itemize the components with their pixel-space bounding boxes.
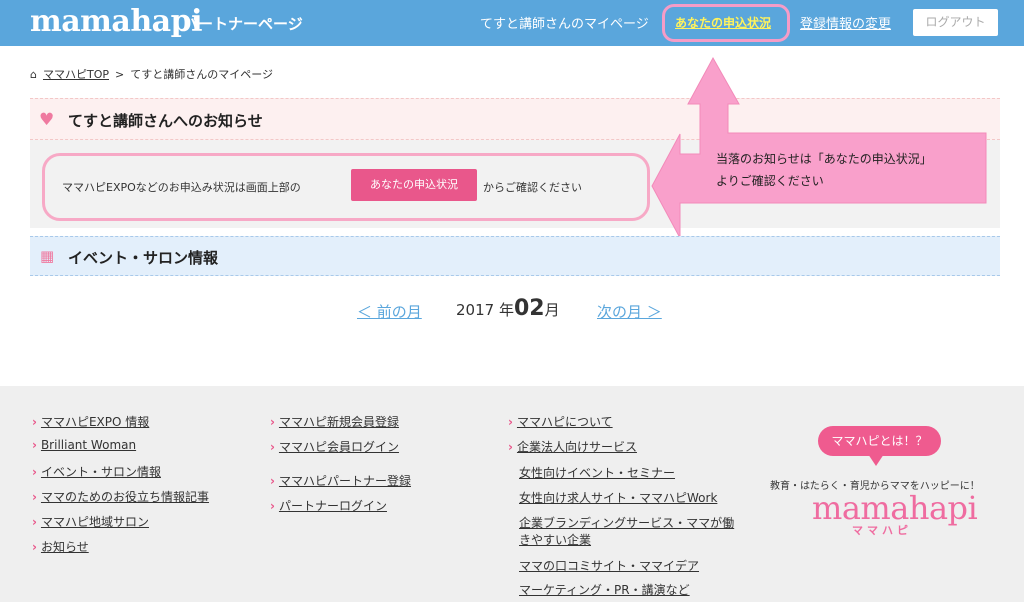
- footer-sublink[interactable]: マーケティング・PR・講演など: [519, 581, 690, 598]
- event-header: ▦ イベント・サロン情報: [30, 236, 1000, 276]
- logout-button[interactable]: ログアウト: [913, 9, 998, 36]
- home-icon: ⌂: [30, 67, 37, 81]
- chevron-right-icon: ›: [32, 465, 37, 479]
- notice-header: ♥ てすと講師さんへのお知らせ: [30, 98, 1000, 140]
- notice-title: てすと講師さんへのお知らせ: [68, 112, 263, 130]
- year-label: 2017 年: [456, 301, 514, 319]
- footer-sublink[interactable]: きやすい企業: [519, 531, 591, 548]
- apply-status-highlight: あなたの申込状況: [662, 4, 790, 42]
- footer-link[interactable]: › ママハピパートナー登録: [270, 472, 411, 489]
- footer-sublink[interactable]: 女性向け求人サイト・ママハピWork: [519, 489, 717, 506]
- chevron-right-icon: ›: [508, 440, 513, 454]
- footer-link[interactable]: › ママハピ地域サロン: [32, 513, 149, 530]
- chevron-right-icon: ›: [508, 415, 513, 429]
- chevron-right-icon: ›: [32, 415, 37, 429]
- footer-logo-kana: ママハピ: [852, 524, 912, 537]
- chevron-right-icon: ›: [32, 515, 37, 529]
- about-mamahapi-bubble[interactable]: ママハピとは！？: [818, 426, 941, 456]
- bubble-tail: [868, 454, 884, 466]
- next-month-link[interactable]: 次の月 ＞: [597, 301, 662, 322]
- chevron-right-icon: ›: [270, 499, 275, 513]
- calendar-icon: ▦: [40, 247, 55, 265]
- breadcrumb-top-link[interactable]: ママハピTOP: [43, 66, 109, 82]
- footer-link[interactable]: › イベント・サロン情報: [32, 463, 161, 480]
- notice-text-before: ママハピEXPOなどのお申込み状況は画面上部の: [62, 181, 301, 194]
- chevron-right-icon: ›: [32, 540, 37, 554]
- footer-link[interactable]: › 企業法人向けサービス: [508, 438, 637, 455]
- callout-line1: 当落のお知らせは「あなたの申込状況」: [716, 152, 932, 166]
- footer-link[interactable]: › ママハピについて: [508, 413, 613, 430]
- month-unit: 月: [544, 301, 560, 319]
- footer-sublink[interactable]: ママの口コミサイト・ママイデア: [519, 557, 699, 574]
- footer-sublink[interactable]: 女性向けイベント・セミナー: [519, 464, 675, 481]
- chevron-right-icon: ›: [270, 474, 275, 488]
- breadcrumb-separator: >: [115, 67, 125, 81]
- chevron-right-icon: ›: [32, 438, 37, 452]
- month-display: 2017 年02月: [456, 296, 560, 321]
- breadcrumb-current: てすと講師さんのマイページ: [130, 68, 273, 81]
- apply-status-button[interactable]: あなたの申込状況: [351, 169, 477, 201]
- balloon-icon: ♥: [39, 110, 55, 130]
- notice-message-box: ママハピEXPOなどのお申込み状況は画面上部の あなたの申込状況 からご確認くだ…: [42, 153, 650, 221]
- month-number: 02: [513, 296, 545, 321]
- apply-status-link[interactable]: あなたの申込状況: [675, 14, 771, 31]
- notice-text-after: からご確認ください: [483, 181, 582, 194]
- footer-link[interactable]: › ママハピ新規会員登録: [270, 413, 399, 430]
- chevron-right-icon: ›: [270, 415, 275, 429]
- footer-link[interactable]: › ママハピ会員ログイン: [270, 438, 399, 455]
- logo[interactable]: mamahapi: [30, 4, 203, 39]
- footer-link[interactable]: › ママハピEXPO 情報: [32, 413, 149, 430]
- registration-edit-link[interactable]: 登録情報の変更: [800, 13, 891, 32]
- footer-link[interactable]: › ママのためのお役立ち情報記事: [32, 488, 209, 505]
- header: mamahapi パートナーページ てすと講師さんのマイページ あなたの申込状況…: [0, 0, 1024, 46]
- callout-text: 当落のお知らせは「あなたの申込状況」 よりご確認ください: [716, 148, 976, 192]
- footer-link[interactable]: › Brilliant Woman: [32, 438, 136, 452]
- event-title: イベント・サロン情報: [68, 249, 219, 267]
- logo-subtitle: パートナーページ: [183, 15, 303, 33]
- callout-line2: よりご確認ください: [716, 174, 824, 188]
- footer-link[interactable]: › お知らせ: [32, 538, 89, 555]
- prev-month-link[interactable]: ＜ 前の月: [357, 301, 422, 322]
- footer-link[interactable]: › パートナーログイン: [270, 497, 387, 514]
- mypage-link[interactable]: てすと講師さんのマイページ: [480, 13, 649, 32]
- breadcrumb: ⌂ ママハピTOP > てすと講師さんのマイページ: [30, 66, 273, 82]
- footer-sublink[interactable]: 企業ブランディングサービス・ママが働: [519, 514, 734, 531]
- chevron-right-icon: ›: [32, 490, 37, 504]
- chevron-right-icon: ›: [270, 440, 275, 454]
